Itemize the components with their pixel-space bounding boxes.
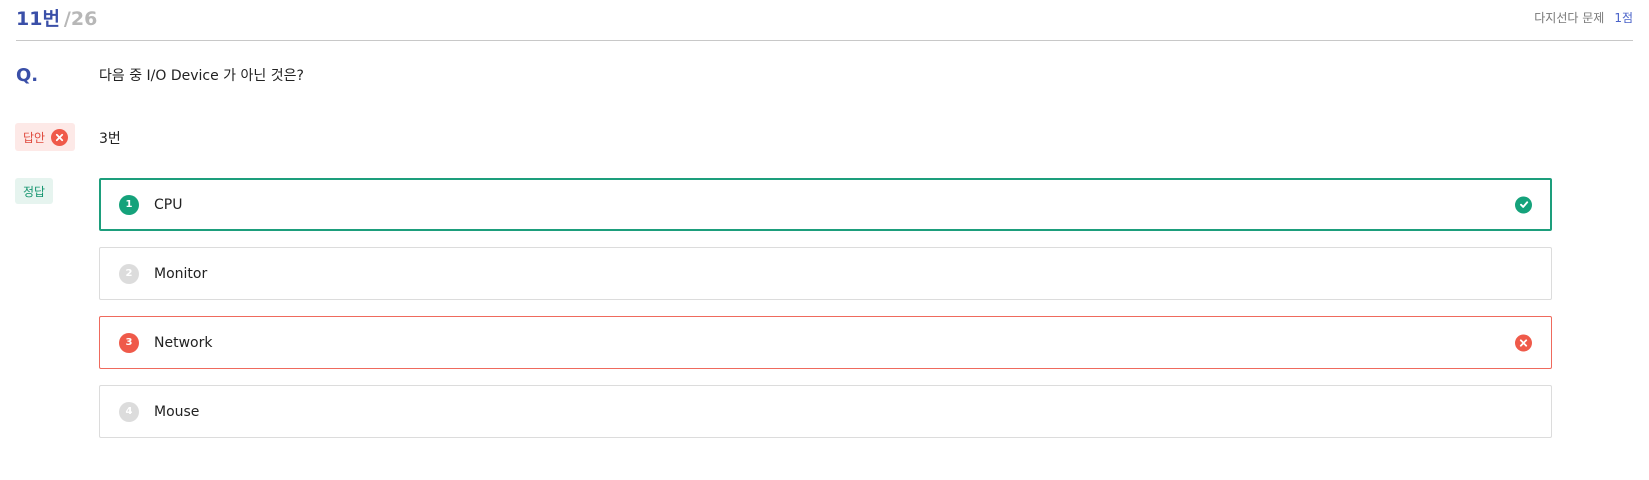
answer-options: 1 CPU 2 Monitor 3 Network 4 Mouse xyxy=(99,178,1552,454)
answer-label: 답안 xyxy=(23,130,46,145)
option-2[interactable]: 2 Monitor xyxy=(99,247,1552,300)
option-number-badge: 3 xyxy=(119,332,139,353)
answer-badge: 답안 xyxy=(15,123,76,151)
question-number: 11번 xyxy=(16,8,60,30)
question-header: 11번/26 다지선다 문제 1점 xyxy=(16,0,1633,41)
check-circle-icon xyxy=(1515,196,1532,213)
x-circle-icon xyxy=(51,128,69,146)
option-3[interactable]: 3 Network xyxy=(99,316,1552,369)
correct-answer-label: 정답 xyxy=(23,184,46,199)
option-number-badge: 4 xyxy=(119,401,139,422)
option-number-badge: 1 xyxy=(119,194,139,215)
option-text: Network xyxy=(154,334,213,351)
question-label: Q. xyxy=(16,65,39,86)
correct-answer-badge: 정답 xyxy=(15,178,54,204)
question-type: 다지선다 문제 xyxy=(1534,11,1605,25)
answer-value: 3번 xyxy=(99,131,121,147)
option-number-badge: 2 xyxy=(119,263,139,284)
question-meta: 다지선다 문제 1점 xyxy=(1534,9,1633,26)
question-counter: 11번/26 xyxy=(16,4,97,31)
option-4[interactable]: 4 Mouse xyxy=(99,385,1552,438)
question-total: /26 xyxy=(63,8,98,30)
option-text: Monitor xyxy=(154,265,208,282)
option-1[interactable]: 1 CPU xyxy=(99,178,1552,231)
option-text: Mouse xyxy=(154,403,200,420)
question-text: 다음 중 I/O Device 가 아닌 것은? xyxy=(99,68,304,84)
question-points: 1점 xyxy=(1614,11,1633,25)
x-circle-icon xyxy=(1515,334,1532,351)
option-text: CPU xyxy=(154,196,183,213)
